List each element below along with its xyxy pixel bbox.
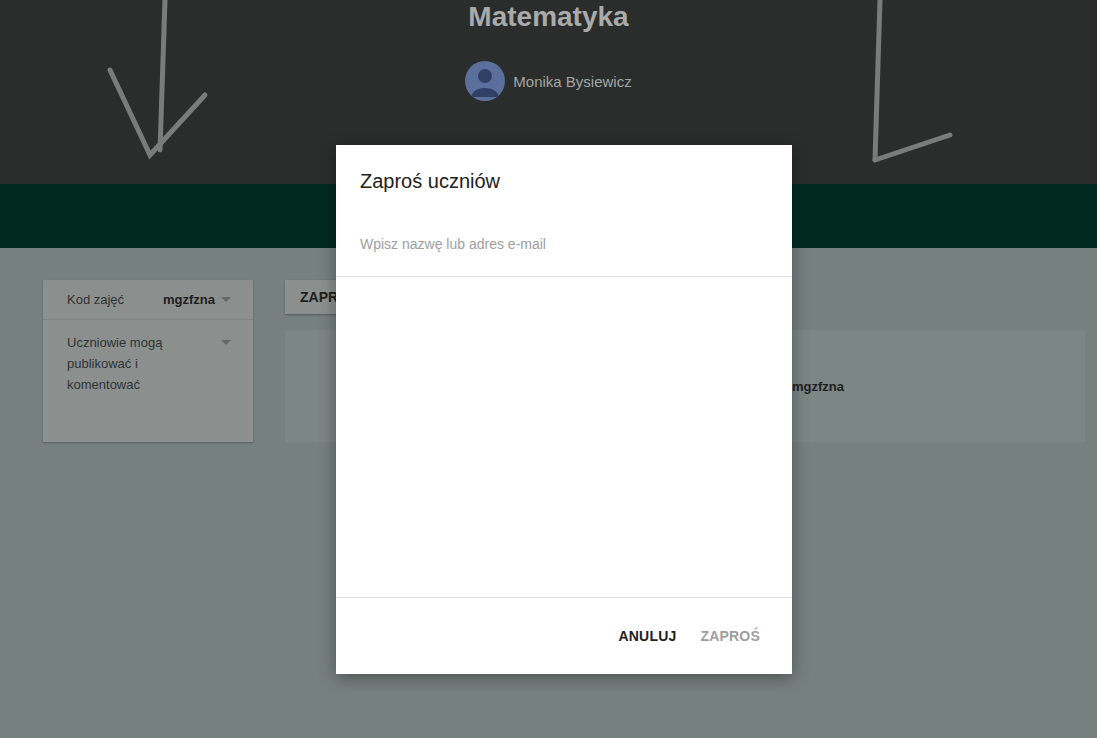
dialog-footer: ANULUJZAPROŚ [336,597,792,674]
stream-setting: Uczniowie mogą publikować i komentować [67,332,182,395]
class-sidebar: Kod zajęć mgzfzna Uczniowie mogą publikowa… [43,280,253,442]
teacher: Monika Bysiewicz [465,61,631,101]
class-code-label: Kod zajęć [67,292,124,307]
dropdown-icon[interactable] [221,297,231,302]
class-code-row[interactable]: Kod zajęć mgzfzna [43,280,253,319]
invite-button: ZAPROŚ [692,620,768,652]
course-title: Matematyka [468,0,628,34]
cancel-button[interactable]: ANULUJ [610,620,684,652]
class-code: mgzfzna [163,292,231,307]
class-code-value: mgzfzna [163,292,215,307]
stream-setting-row[interactable]: Uczniowie mogą publikować i komentować [43,319,253,407]
results-area [336,277,792,597]
teacher-name: Monika Bysiewicz [513,73,631,90]
invite-dialog: Zaproś uczniów ANULUJZAPROŚ [336,145,792,674]
divider [336,276,792,277]
dialog-title: Zaproś uczniów [336,145,792,192]
avatar-icon [465,61,505,101]
search-field[interactable] [336,234,792,254]
dropdown-icon[interactable] [221,340,231,345]
code-text: mgzfzna [792,379,844,394]
